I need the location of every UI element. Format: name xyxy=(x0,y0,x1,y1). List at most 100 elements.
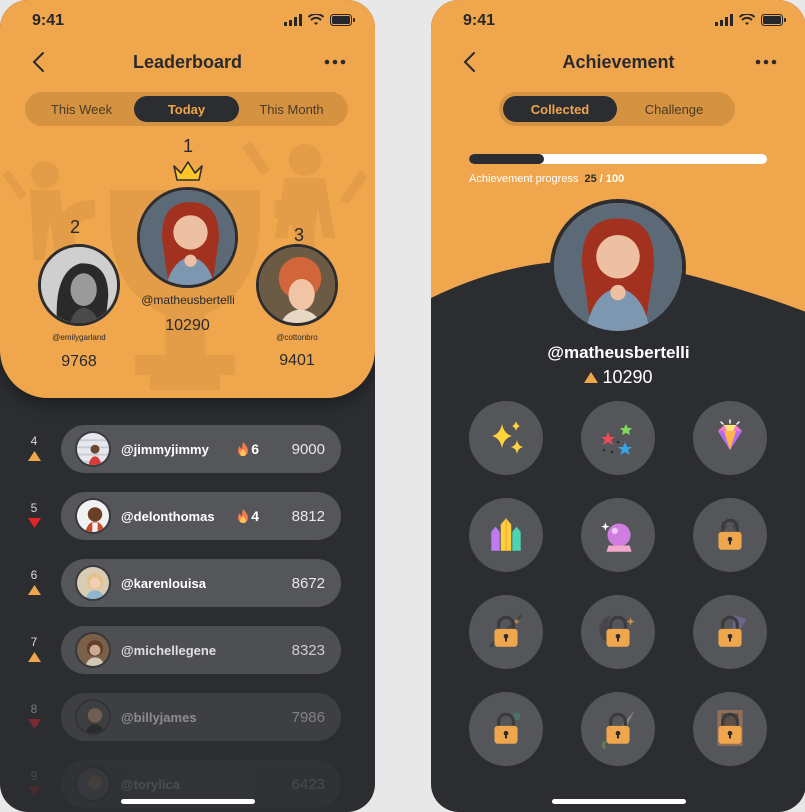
row-handle: @torylica xyxy=(121,776,180,792)
podium-score-2: 9768 xyxy=(61,353,97,370)
badge-locked[interactable] xyxy=(469,692,543,766)
rank-down-icon xyxy=(27,719,41,729)
locked-badge-icon xyxy=(599,615,635,647)
badge-diamond[interactable] xyxy=(693,401,767,475)
avatar-podium-2[interactable] xyxy=(38,244,120,326)
leaderboard-row[interactable]: @karenlouisa 8672 xyxy=(61,559,341,607)
achievement-progress-fill xyxy=(469,154,544,164)
rank-indicator: 4 xyxy=(24,434,44,466)
leaderboard-row[interactable]: @delonthomas 4 8812 xyxy=(61,492,341,540)
nav-bar: Leaderboard xyxy=(0,40,375,84)
achievement-tabs: Collected Challenge xyxy=(499,92,735,126)
avatar xyxy=(75,431,111,467)
badge-locked[interactable] xyxy=(581,595,655,669)
profile-avatar[interactable] xyxy=(550,199,686,335)
row-handle: @delonthomas xyxy=(121,508,215,524)
streak-badge: 6 xyxy=(237,441,259,457)
rank-number: 5 xyxy=(30,501,38,515)
row-handle: @karenlouisa xyxy=(121,575,206,591)
avatar xyxy=(75,766,111,802)
row-score: 6423 xyxy=(291,775,325,793)
status-icons xyxy=(715,14,786,26)
row-handle: @jimmyjimmy xyxy=(121,441,209,457)
cellular-signal-icon xyxy=(715,14,733,26)
badge-crystal-ball[interactable] xyxy=(581,498,655,572)
fire-icon xyxy=(238,442,249,456)
crystals-icon xyxy=(491,518,521,551)
podium-rank-1: 1 xyxy=(182,136,193,156)
badge-locked[interactable] xyxy=(581,692,655,766)
locked-badge-icon xyxy=(718,518,742,550)
podium-handle-1: @matheusbertelli xyxy=(141,293,235,307)
battery-icon xyxy=(761,14,786,26)
row-score: 9000 xyxy=(291,440,325,458)
tab-collected[interactable]: Collected xyxy=(503,96,617,122)
tab-this-month[interactable]: This Month xyxy=(239,96,344,122)
progress-total: 100 xyxy=(605,173,625,185)
rank-number: 6 xyxy=(30,568,38,582)
stars-icon xyxy=(601,424,632,455)
badge-locked[interactable] xyxy=(469,595,543,669)
page-title: Achievement xyxy=(562,52,675,72)
streak-count: 4 xyxy=(251,508,259,524)
podium-rank-3: 3 xyxy=(293,225,304,245)
home-indicator[interactable] xyxy=(120,799,255,804)
battery-icon xyxy=(330,14,355,26)
badge-crystals[interactable] xyxy=(469,498,543,572)
avatar-podium-1[interactable] xyxy=(137,187,238,288)
badge-locked[interactable] xyxy=(693,692,767,766)
status-icons xyxy=(284,14,355,26)
wifi-icon xyxy=(308,14,324,25)
tab-challenge[interactable]: Challenge xyxy=(617,96,731,122)
row-handle: @michellegene xyxy=(121,642,217,658)
row-score: 8323 xyxy=(291,641,325,659)
podium-score-1: 10290 xyxy=(165,317,210,334)
locked-badge-icon xyxy=(601,710,635,750)
badge-locked[interactable] xyxy=(693,595,767,669)
tab-today[interactable]: Today xyxy=(134,96,239,122)
diamond-icon xyxy=(718,419,742,450)
rank-number: 4 xyxy=(30,434,38,448)
leaderboard-row[interactable]: @billyjames 7986 xyxy=(61,693,341,741)
status-bar: 9:41 xyxy=(431,0,805,44)
profile-score-value: 10290 xyxy=(602,367,653,387)
tab-this-week[interactable]: This Week xyxy=(29,96,134,122)
avatar xyxy=(75,565,111,601)
leaderboard-screen: 9:41 Leaderboard This Week Today This Mo… xyxy=(0,0,375,812)
achievement-progress-text: Achievement progress 25 / 100 xyxy=(469,173,624,185)
rank-indicator: 9 xyxy=(24,769,44,801)
home-indicator[interactable] xyxy=(551,799,686,804)
badge-stars[interactable] xyxy=(581,401,655,475)
rank-up-icon xyxy=(27,652,41,662)
leaderboard-row[interactable]: @jimmyjimmy 6 9000 xyxy=(61,425,341,473)
row-score: 8812 xyxy=(291,507,325,525)
avatar-podium-3[interactable] xyxy=(256,244,338,326)
locked-badge-icon xyxy=(494,712,521,744)
progress-current: 25 xyxy=(584,173,597,185)
crystal-ball-icon xyxy=(601,522,632,552)
locked-badge-icon xyxy=(489,614,523,648)
cellular-signal-icon xyxy=(284,14,302,26)
wifi-icon xyxy=(739,14,755,25)
row-score: 8672 xyxy=(291,574,325,592)
podium-handle-2: @emilygarland xyxy=(52,333,106,342)
more-icon[interactable] xyxy=(323,52,347,72)
progress-label: Achievement progress xyxy=(469,173,579,185)
badge-sparkles[interactable] xyxy=(469,401,543,475)
locked-badge-icon xyxy=(717,710,743,746)
more-icon[interactable] xyxy=(754,52,778,72)
rank-up-icon xyxy=(584,372,599,383)
status-time: 9:41 xyxy=(463,12,496,29)
rank-indicator: 8 xyxy=(24,702,44,734)
page-title: Leaderboard xyxy=(132,52,243,72)
badge-locked[interactable] xyxy=(693,498,767,572)
profile-handle: @matheusbertelli xyxy=(547,343,690,362)
podium-rank-2: 2 xyxy=(69,217,80,237)
rank-down-icon xyxy=(27,786,41,796)
leaderboard-row[interactable]: @michellegene 8323 xyxy=(61,626,341,674)
rank-indicator: 6 xyxy=(24,568,44,600)
avatar xyxy=(75,498,111,534)
row-handle: @billyjames xyxy=(121,709,197,725)
status-time: 9:41 xyxy=(32,12,65,29)
rank-indicator: 7 xyxy=(24,635,44,667)
